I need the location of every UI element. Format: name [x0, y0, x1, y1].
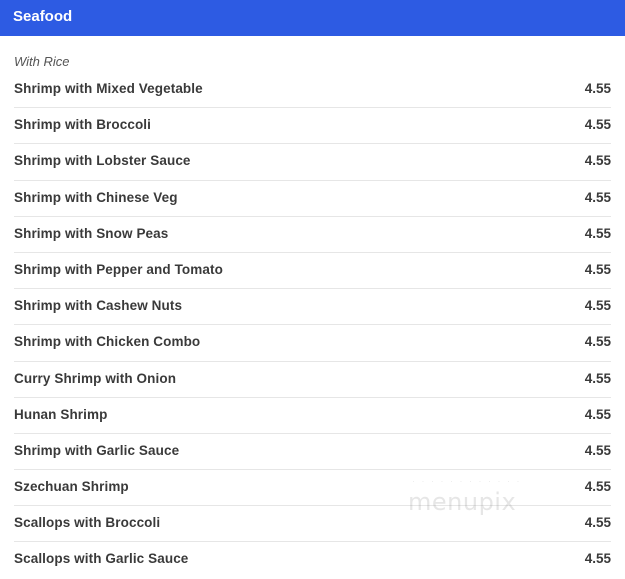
menu-item: Shrimp with Lobster Sauce 4.55 [14, 144, 611, 181]
menu-item: Shrimp with Pepper and Tomato 4.55 [14, 253, 611, 290]
item-name: Shrimp with Chinese Veg [14, 189, 178, 205]
menu-item: Shrimp with Snow Peas 4.55 [14, 217, 611, 253]
menu-item: Shrimp with Chinese Veg 4.55 [14, 181, 611, 217]
item-price: 4.55 [584, 117, 611, 133]
menu-item: Scallops with Garlic Sauce 4.55 [14, 542, 611, 578]
item-name: Shrimp with Mixed Vegetable [14, 81, 203, 96]
item-name: Shrimp with Garlic Sauce [14, 442, 180, 458]
menu-item: Curry Shrimp with Onion 4.55 [14, 362, 611, 398]
item-name: Scallops with Broccoli [14, 515, 161, 531]
section-header: Seafood [0, 0, 625, 36]
item-price: 4.55 [584, 370, 611, 386]
item-name: Shrimp with Lobster Sauce [14, 153, 191, 169]
menu-item: Scallops with Broccoli 4.55 [14, 506, 611, 543]
item-price: 4.55 [584, 551, 611, 567]
item-name: Shrimp with Chicken Combo [14, 334, 201, 350]
item-price: 4.55 [584, 334, 611, 350]
menu-item: Shrimp with Broccoli 4.55 [14, 108, 611, 145]
menu-item: Shrimp with Mixed Vegetable 4.55 [14, 72, 611, 109]
item-price: 4.55 [584, 298, 611, 314]
menu-item: Shrimp with Cashew Nuts 4.55 [14, 289, 611, 326]
menu-item: Shrimp with Garlic Sauce 4.55 [14, 434, 611, 471]
item-name: Hunan Shrimp [14, 406, 108, 422]
item-name: Shrimp with Cashew Nuts [14, 298, 183, 314]
menu-item: Shrimp with Chicken Combo 4.55 [14, 325, 611, 362]
item-price: 4.55 [584, 406, 611, 422]
item-price: 4.55 [584, 442, 611, 458]
item-name: Curry Shrimp with Onion [14, 370, 177, 386]
item-price: 4.55 [584, 81, 611, 96]
item-price: 4.55 [584, 153, 611, 169]
item-price: 4.55 [584, 261, 611, 277]
section-title: Seafood [13, 8, 73, 25]
item-name: Shrimp with Snow Peas [14, 225, 169, 241]
menu-item-list: Shrimp with Mixed Vegetable 4.55 Shrimp … [14, 72, 611, 579]
section-subtitle: With Rice [14, 54, 70, 69]
item-name: Shrimp with Pepper and Tomato [14, 261, 223, 277]
item-name: Scallops with Garlic Sauce [14, 551, 189, 567]
menu-item: Szechuan Shrimp 4.55 [14, 470, 611, 507]
menu-item: Hunan Shrimp 4.55 [14, 398, 611, 434]
item-name: Szechuan Shrimp [14, 479, 129, 495]
item-price: 4.55 [584, 189, 611, 205]
item-price: 4.55 [584, 515, 611, 531]
item-price: 4.55 [584, 479, 611, 495]
item-price: 4.55 [584, 225, 611, 241]
item-name: Shrimp with Broccoli [14, 117, 152, 133]
